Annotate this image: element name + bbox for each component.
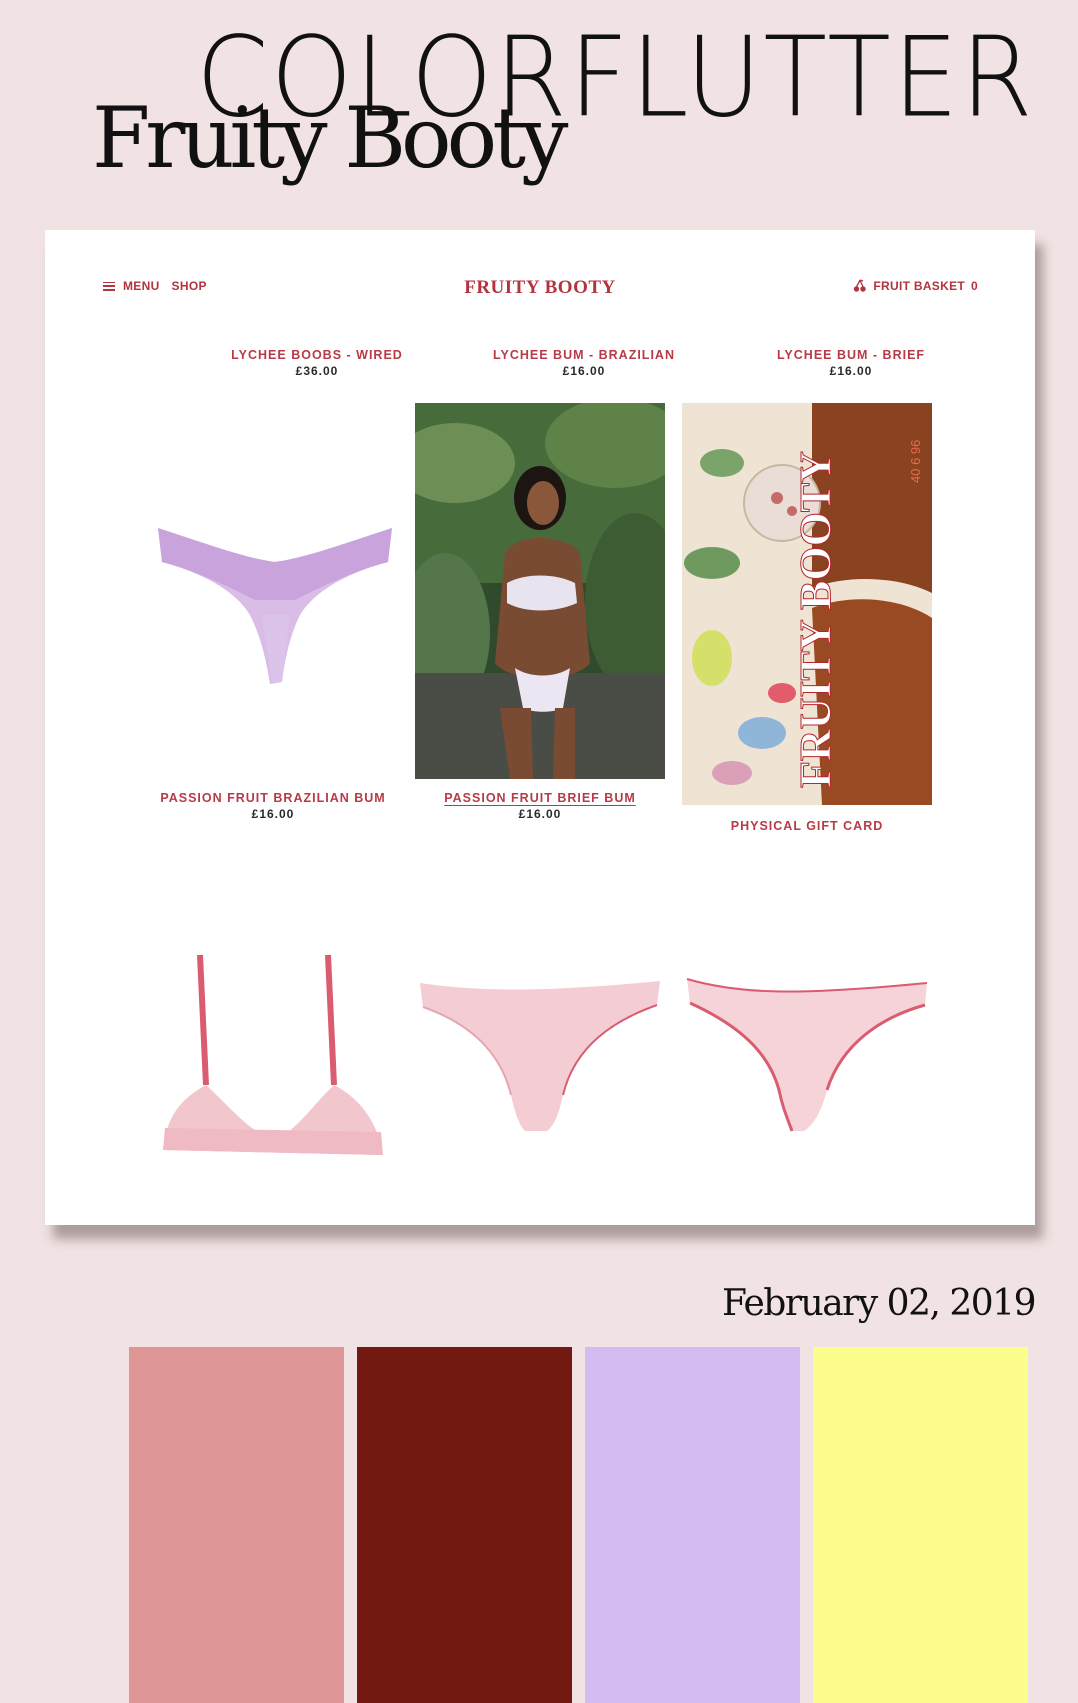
product-card[interactable]: PASSION FRUIT BRAZILIAN BUM £16.00 [148, 792, 398, 821]
passion-fruit-bra-image[interactable] [148, 950, 398, 1160]
model-photo[interactable] [415, 403, 665, 779]
post-subtitle: Fruity Booty [92, 89, 568, 187]
product-card[interactable]: LYCHEE BUM - BRIEF £16.00 [726, 349, 976, 378]
post-date: February 02, 2019 [721, 1283, 1037, 1324]
gift-card-image[interactable]: FRUITY BOOTY 40 6 96 [682, 403, 932, 805]
passion-fruit-brief-image[interactable] [415, 965, 665, 1135]
palette-swatch-4 [813, 1347, 1028, 1703]
product-price: £16.00 [562, 364, 606, 378]
palette-swatch-2 [357, 1347, 572, 1703]
product-name[interactable]: LYCHEE BUM - BRAZILIAN [459, 349, 709, 362]
product-price: £16.00 [251, 807, 295, 821]
palette-swatch-3 [585, 1347, 800, 1703]
product-price: £16.00 [518, 807, 562, 821]
product-price: £16.00 [829, 364, 873, 378]
product-name[interactable]: PHYSICAL GIFT CARD [682, 820, 932, 833]
product-card[interactable]: LYCHEE BUM - BRAZILIAN £16.00 [459, 349, 709, 378]
product-name[interactable]: LYCHEE BOOBS - WIRED [192, 349, 442, 362]
product-name[interactable]: PASSION FRUIT BRAZILIAN BUM [148, 792, 398, 805]
palette-swatch-1 [129, 1347, 344, 1703]
gift-card-brand-text: FRUITY BOOTY [791, 451, 840, 788]
product-price: £36.00 [295, 364, 339, 378]
product-card[interactable]: LYCHEE BOOBS - WIRED £36.00 [192, 349, 442, 378]
product-grid: LYCHEE BOOBS - WIRED £36.00 LYCHEE BUM -… [45, 230, 1035, 1225]
product-card[interactable]: PASSION FRUIT BRIEF BUM £16.00 [415, 792, 665, 821]
website-screenshot: MENU SHOP FRUITY BOOTY FRUIT BASKET 0 LY… [45, 230, 1035, 1225]
gift-card-numbers: 40 6 96 [908, 440, 923, 483]
product-card[interactable]: PHYSICAL GIFT CARD [682, 820, 932, 833]
product-name[interactable]: PASSION FRUIT BRIEF BUM [415, 792, 665, 805]
lilac-brazilian-image[interactable] [150, 500, 400, 700]
passion-fruit-thong-image[interactable] [682, 965, 932, 1135]
product-name[interactable]: LYCHEE BUM - BRIEF [726, 349, 976, 362]
